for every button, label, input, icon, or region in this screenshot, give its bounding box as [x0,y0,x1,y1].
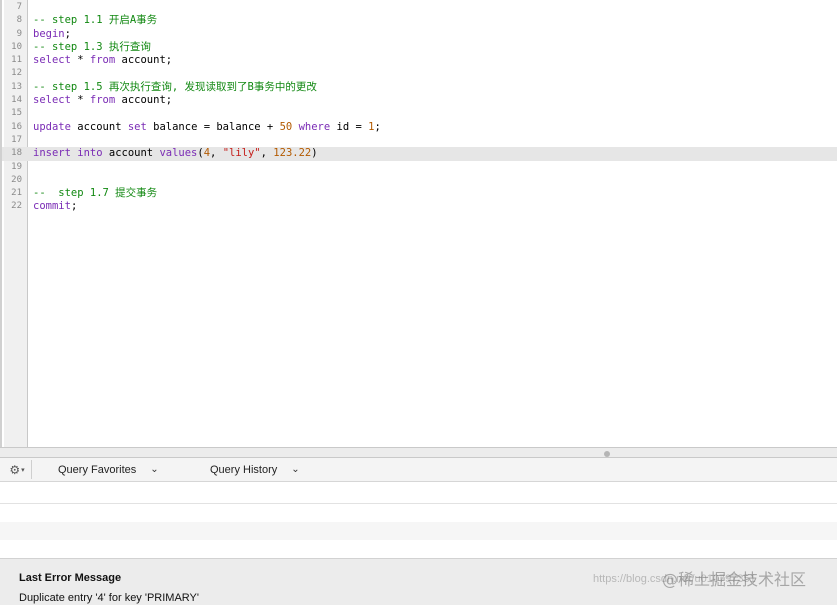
line-number: 10 [11,41,22,52]
line-number: 21 [11,188,22,199]
code-comment: -- step 1.1 开启A事务 [33,14,158,27]
query-favorites-label: Query Favorites [58,463,137,476]
splitter-grip-icon[interactable] [604,451,610,457]
sql-editor[interactable]: 7 8 -- step 1.1 开启A事务 9 begin; 10 -- step 1… [0,0,837,447]
editor-line[interactable]: 15 [2,107,837,120]
chevron-down-icon: ⌄ [150,464,159,475]
code-comment: -- step 1.7 提交事务 [33,187,158,200]
code-text: insert into account values(4, "lily", 12… [33,147,318,160]
editor-line[interactable]: 9 begin; [2,28,837,41]
results-row [0,482,837,504]
results-row [0,522,837,540]
results-row [0,504,837,522]
line-number: 20 [11,174,22,185]
editor-line[interactable]: 10 -- step 1.3 执行查询 [2,41,837,54]
code-text: commit; [33,200,78,213]
line-number: 13 [11,81,22,92]
line-number: 15 [11,108,22,119]
caret-down-icon: ▾ [21,466,25,474]
gear-menu-button[interactable]: ⚙ ▾ [3,460,32,479]
error-title: Last Error Message [19,572,122,584]
line-number: 7 [16,2,22,12]
editor-line-current[interactable]: 18 insert into account values(4, "lily", … [2,147,837,161]
results-row [0,540,837,558]
line-number: 19 [11,161,22,172]
watermark-brand: @稀土掘金技术社区 [662,570,807,589]
editor-line[interactable]: 20 [2,174,837,187]
code-comment: -- step 1.5 再次执行查询, 发现读取到了B事务中的更改 [33,80,317,93]
line-number: 14 [11,95,22,106]
code-text: select * from account; [33,94,173,107]
results-area[interactable] [0,482,837,558]
query-toolbar: ⚙ ▾ Query Favorites ⌄ Query History ⌄ [0,458,837,482]
line-number: 18 [11,148,22,159]
pane-splitter[interactable] [0,447,837,458]
query-history-button[interactable]: Query History ⌄ [210,458,300,481]
editor-line[interactable]: 17 [2,134,837,147]
editor-line[interactable]: 8 -- step 1.1 开启A事务 [2,14,837,27]
editor-line[interactable]: 7 [2,1,837,14]
line-number: 11 [11,55,22,66]
code-text: begin; [33,27,71,40]
editor-line[interactable]: 14 select * from account; [2,94,837,107]
editor-line[interactable]: 16 update account set balance = balance +… [2,121,837,134]
editor-line[interactable]: 13 -- step 1.5 再次执行查询, 发现读取到了B事务中的更改 [2,81,837,94]
chevron-down-icon: ⌄ [291,464,300,475]
editor-line[interactable]: 12 [2,67,837,80]
error-message: Duplicate entry '4' for key 'PRIMARY' [19,592,199,604]
line-number: 16 [11,121,22,132]
editor-line[interactable]: 21 -- step 1.7 提交事务 [2,187,837,200]
line-number: 12 [11,68,22,79]
line-number: 17 [11,134,22,145]
line-number: 9 [16,28,22,39]
code-text: select * from account; [33,54,173,67]
code-text: update account set balance = balance + 5… [33,120,381,133]
editor-line[interactable]: 22 commit; [2,200,837,213]
editor-line[interactable]: 11 select * from account; [2,54,837,67]
line-number: 22 [11,201,22,212]
code-comment: -- step 1.3 执行查询 [33,40,151,53]
gear-icon: ⚙ [9,462,21,477]
query-favorites-button[interactable]: Query Favorites ⌄ [58,458,159,481]
line-number: 8 [16,15,22,26]
query-history-label: Query History [210,463,278,476]
editor-line[interactable]: 19 [2,161,837,174]
editor-lines: 7 8 -- step 1.1 开启A事务 9 begin; 10 -- step 1… [2,1,837,214]
